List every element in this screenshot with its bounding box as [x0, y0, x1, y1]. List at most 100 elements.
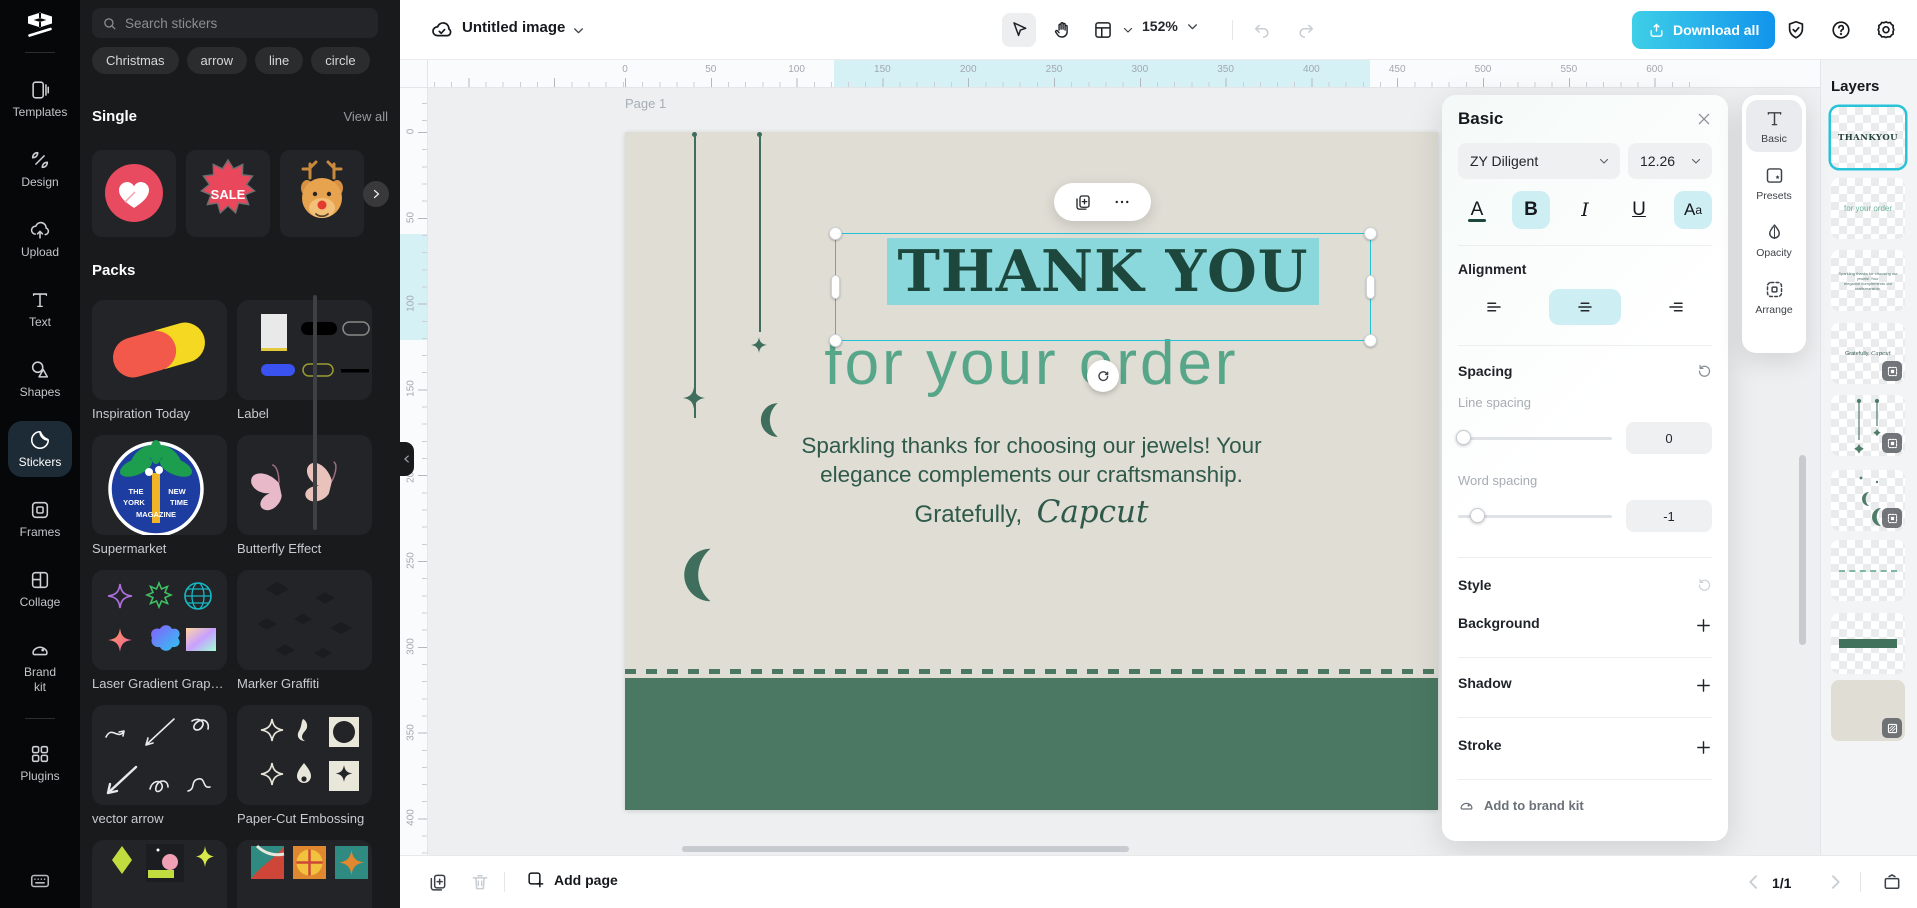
sidebar-item-design[interactable]: Design [8, 141, 72, 197]
word-spacing-value[interactable]: -1 [1626, 500, 1712, 532]
search-input[interactable]: Search stickers [92, 8, 378, 38]
layer-thumbnail-background[interactable] [1831, 680, 1905, 741]
rail-tab-opacity[interactable]: Opacity [1746, 214, 1802, 266]
pack-label[interactable]: Label [237, 300, 372, 421]
reset-spacing-icon[interactable] [1697, 363, 1712, 378]
duplicate-icon[interactable] [1074, 193, 1092, 211]
layer-thumbnail-bar[interactable] [1831, 613, 1905, 674]
zoom-control[interactable]: 152% [1142, 18, 1199, 34]
search-chip-arrow[interactable]: arrow [186, 47, 248, 74]
single-next-button[interactable] [363, 181, 389, 207]
add-background-icon[interactable] [1695, 617, 1712, 634]
view-all-link[interactable]: View all [343, 109, 388, 124]
sidebar-item-templates[interactable]: Templates [8, 71, 72, 127]
layer-thumbnail-subtitle[interactable]: for your order [1831, 178, 1905, 239]
text-color-button[interactable]: A [1458, 191, 1496, 229]
layer-thumbnail-signature[interactable]: Gratefully, Capcut [1831, 323, 1905, 384]
word-spacing-slider[interactable] [1458, 508, 1612, 523]
rail-tab-basic[interactable]: Basic [1746, 100, 1802, 152]
select-tool-button[interactable] [1002, 13, 1036, 47]
pack-paper-cut-embossing[interactable]: Paper-Cut Embossing [237, 705, 372, 826]
align-right-button[interactable] [1640, 289, 1712, 325]
document-title[interactable]: Untitled image [462, 19, 565, 36]
sticker-sale[interactable]: SALE [186, 150, 270, 237]
delete-page-icon[interactable] [470, 872, 490, 892]
sidebar-item-upload[interactable]: Upload [8, 211, 72, 267]
selection-handle-e[interactable] [1366, 275, 1375, 299]
green-band[interactable] [625, 678, 1438, 810]
bold-button[interactable]: B [1512, 191, 1550, 229]
next-page-icon[interactable] [1825, 872, 1845, 892]
reset-style-icon[interactable] [1697, 577, 1712, 592]
more-options-icon[interactable] [1113, 193, 1131, 211]
stitch-dashed-line[interactable] [625, 669, 1438, 674]
pack-vector-arrow[interactable]: vector arrow [92, 705, 227, 826]
add-page-button[interactable]: Add page [526, 870, 618, 889]
selection-box[interactable] [835, 233, 1371, 341]
add-shadow-icon[interactable] [1695, 677, 1712, 694]
sidebar-item-frames[interactable]: Frames [8, 491, 72, 547]
design-signature[interactable]: Gratefully, Capcut [625, 494, 1438, 530]
panel-scrollbar[interactable] [313, 295, 317, 530]
design-body-text[interactable]: Sparkling thanks for choosing our jewels… [625, 431, 1438, 489]
search-chip-christmas[interactable]: Christmas [92, 47, 179, 74]
redo-button[interactable] [1289, 13, 1323, 47]
search-chip-circle[interactable]: circle [311, 47, 370, 74]
prev-page-icon[interactable] [1744, 872, 1764, 892]
pack-partial-left[interactable] [92, 840, 227, 908]
doc-title-chevron-down-icon[interactable] [572, 24, 585, 37]
underline-button[interactable]: U [1620, 191, 1658, 229]
word-spacing-thumb[interactable] [1470, 508, 1485, 523]
pack-butterfly-effect[interactable]: Butterfly Effect [237, 435, 372, 556]
layout-tool-button[interactable] [1086, 13, 1120, 47]
duplicate-page-icon[interactable] [428, 872, 448, 892]
text-case-button[interactable]: Aa [1674, 191, 1712, 229]
selection-handle-se[interactable] [1364, 334, 1377, 347]
selection-handle-sw[interactable] [829, 334, 842, 347]
layer-thumbnail-dashed[interactable] [1831, 540, 1905, 601]
panel-collapse-tab[interactable] [400, 442, 414, 476]
align-left-button[interactable] [1458, 289, 1530, 325]
line-spacing-slider[interactable] [1456, 430, 1612, 445]
italic-button[interactable]: I [1566, 191, 1604, 229]
canvas-horizontal-scrollbar[interactable] [682, 846, 1129, 852]
line-spacing-value[interactable]: 0 [1626, 422, 1712, 454]
download-all-button[interactable]: Download all [1632, 11, 1776, 49]
font-size-select[interactable]: 12.26 [1628, 143, 1712, 179]
rotate-handle[interactable] [1087, 360, 1119, 392]
sidebar-item-plugins[interactable]: Plugins [8, 735, 72, 791]
sticker-heart[interactable] [92, 150, 176, 237]
close-icon[interactable] [1696, 111, 1712, 127]
pack-inspiration-today[interactable]: Inspiration Today [92, 300, 227, 421]
capcut-logo-icon[interactable] [23, 8, 57, 42]
safety-shield-icon[interactable] [1785, 19, 1807, 41]
pack-supermarket[interactable]: THE NEW YORK TIME MAGAZINE Supermarket [92, 435, 227, 556]
rail-tab-arrange[interactable]: Arrange [1746, 271, 1802, 323]
pack-laser-gradient-graph[interactable]: Laser Gradient Graph... [92, 570, 227, 691]
line-spacing-thumb[interactable] [1456, 430, 1471, 445]
sidebar-item-brand-kit[interactable]: Brand kit [8, 631, 72, 702]
pack-partial-right[interactable] [237, 840, 372, 908]
present-icon[interactable] [1882, 872, 1902, 892]
layer-thumbnail-decor-moons[interactable] [1831, 470, 1905, 531]
selection-handle-w[interactable] [831, 275, 840, 299]
settings-gear-icon[interactable] [1875, 19, 1897, 41]
keyboard-shortcuts-icon[interactable] [29, 870, 51, 892]
sidebar-item-collage[interactable]: Collage [8, 561, 72, 617]
layer-thumbnail-paragraph[interactable]: Sparkling thanks for choosing our jewels… [1831, 250, 1905, 311]
layer-thumbnail-title[interactable]: THANKYOU [1831, 107, 1905, 168]
rail-tab-presets[interactable]: Presets [1746, 157, 1802, 209]
help-icon[interactable] [1830, 19, 1852, 41]
selection-handle-nw[interactable] [829, 227, 842, 240]
search-chip-line[interactable]: line [255, 47, 304, 74]
pack-marker-graffiti[interactable]: Marker Graffiti [237, 570, 372, 691]
font-family-select[interactable]: ZY Diligent [1458, 143, 1620, 179]
undo-button[interactable] [1245, 13, 1279, 47]
add-to-brand-kit-button[interactable]: Add to brand kit [1458, 797, 1712, 814]
align-center-button[interactable] [1549, 289, 1621, 325]
sidebar-item-shapes[interactable]: Shapes [8, 351, 72, 407]
hand-tool-button[interactable] [1045, 13, 1079, 47]
canvas-vertical-scrollbar[interactable] [1799, 455, 1806, 645]
sidebar-item-text[interactable]: Text [8, 281, 72, 337]
selection-handle-ne[interactable] [1364, 227, 1377, 240]
